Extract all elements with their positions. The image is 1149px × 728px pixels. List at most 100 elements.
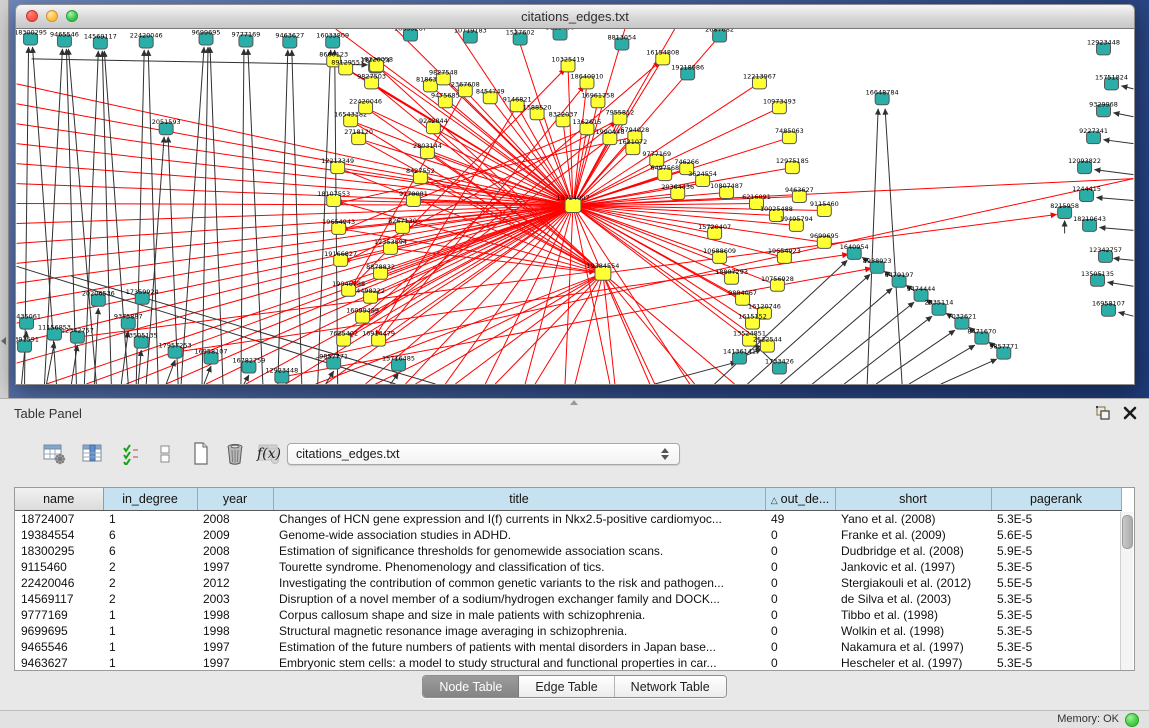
- table-row[interactable]: 1938455462009Genome-wide association stu…: [15, 527, 1121, 543]
- graph-node-label: 9857771: [319, 353, 348, 361]
- table-cell: 1: [103, 639, 197, 655]
- graph-node-label: 12213349: [321, 157, 354, 165]
- table-row[interactable]: 911546021997Tourette syndrome. Phenomeno…: [15, 559, 1121, 575]
- graph-node-label: 8215958: [1050, 202, 1079, 210]
- graph-node-label: 16154808: [646, 48, 679, 56]
- graph-node-label: 19654943: [322, 218, 355, 226]
- graph-node-label: 19654923: [768, 247, 801, 255]
- table-scrollbar[interactable]: [1120, 512, 1133, 670]
- graph-node-label: 12923448: [1087, 38, 1120, 46]
- table-cell: 2: [103, 591, 197, 607]
- column-header-short[interactable]: short: [835, 488, 991, 511]
- column-header-in-degree[interactable]: in_degree: [103, 488, 197, 511]
- table-cell: Estimation of the future numbers of pati…: [273, 639, 765, 655]
- column-header-pagerank[interactable]: pagerank: [991, 488, 1121, 511]
- network-window[interactable]: citations_edges.txt 18300295946554614569…: [15, 4, 1135, 383]
- collapse-arrow-icon[interactable]: [1, 337, 6, 345]
- float-panel-icon[interactable]: [1095, 405, 1111, 421]
- network-window-titlebar[interactable]: citations_edges.txt: [15, 4, 1135, 29]
- table-cell: Embryonic stem cells: a model to study s…: [273, 655, 765, 671]
- table-row[interactable]: 2242004622012Investigating the contribut…: [15, 575, 1121, 591]
- column-header-title[interactable]: title: [273, 488, 765, 511]
- table-check-icon[interactable]: [118, 441, 144, 467]
- table-cell: 2008: [197, 511, 273, 528]
- graph-edge: [1108, 282, 1134, 286]
- graph-node-label: 6794028: [620, 126, 649, 134]
- table-cell: 1: [103, 607, 197, 623]
- graph-node-label: 16033809: [316, 31, 349, 39]
- memory-indicator-icon[interactable]: [1125, 713, 1139, 727]
- table-row[interactable]: 977716911998Corpus callosum shape and si…: [15, 607, 1121, 623]
- table-row[interactable]: 1830029562008Estimation of significance …: [15, 543, 1121, 559]
- graph-node-label: 12975185: [776, 157, 809, 165]
- zoom-window-icon[interactable]: [66, 10, 78, 22]
- table-cell: 1: [103, 511, 197, 528]
- column-header-year[interactable]: year: [197, 488, 273, 511]
- table-cell: 9777169: [15, 607, 103, 623]
- table-row[interactable]: 946554611997Estimation of the future num…: [15, 639, 1121, 655]
- table-cell: 1: [103, 623, 197, 639]
- graph-node-label: 9375887: [114, 313, 143, 321]
- graph-node-label: 10756928: [761, 275, 794, 283]
- table-cell: 49: [765, 511, 835, 528]
- network-canvas[interactable]: 1830029594655461456911722420046969969597…: [15, 29, 1135, 385]
- table-cell: 5.3E-5: [991, 591, 1121, 607]
- table-cell: 2: [103, 559, 197, 575]
- graph-node-label: 12213967: [743, 72, 776, 80]
- graph-node-label: 22420046: [130, 31, 163, 39]
- graph-edge: [573, 206, 650, 384]
- left-panel-divider[interactable]: [0, 0, 9, 398]
- table-row[interactable]: 946362711997Embryonic stem cells: a mode…: [15, 655, 1121, 671]
- graph-node-label: 8813054: [607, 33, 636, 41]
- desktop-background: citations_edges.txt 18300295946554614569…: [0, 0, 1149, 398]
- graph-node-label: 8427552: [406, 167, 435, 175]
- table-settings-icon[interactable]: [42, 441, 68, 467]
- close-panel-icon[interactable]: [1123, 406, 1137, 420]
- graph-node-label: 16958107: [1092, 300, 1125, 308]
- graph-node-label: 18226058: [360, 55, 393, 63]
- graph-node-label: 18210643: [1073, 215, 1106, 223]
- graph-node-label: 19495794: [780, 215, 813, 223]
- tab-network-table[interactable]: Network Table: [615, 676, 726, 697]
- table-column-icon[interactable]: [80, 441, 106, 467]
- table-cell: 1997: [197, 559, 273, 575]
- tab-edge-table[interactable]: Edge Table: [519, 676, 614, 697]
- table-row[interactable]: 1872400712008Changes of HCN gene express…: [15, 511, 1121, 528]
- graph-node-label: 15716485: [382, 355, 415, 363]
- table-cell: de Silva et al. (2003): [835, 591, 991, 607]
- panel-resize-handle[interactable]: [570, 400, 578, 405]
- graph-node-label: 6479197: [885, 271, 914, 279]
- graph-node-label: 18640910: [570, 72, 603, 80]
- table-cell: 2003: [197, 591, 273, 607]
- graph-node-label: 2718120: [344, 128, 373, 136]
- node-table[interactable]: namein_degreeyeartitle△out_de...shortpag…: [14, 487, 1135, 671]
- minimize-window-icon[interactable]: [46, 10, 58, 22]
- table-cell: 2008: [197, 543, 273, 559]
- graph-edge: [32, 59, 368, 65]
- graph-node-label: 17359924: [126, 288, 159, 296]
- graph-node-label: 10719183: [454, 29, 487, 34]
- table-cell: 9465546: [15, 639, 103, 655]
- column-header-out-de-[interactable]: △out_de...: [765, 488, 835, 511]
- rows-icon[interactable]: [152, 441, 178, 467]
- table-row[interactable]: 1456911722003Disruption of a novel membe…: [15, 591, 1121, 607]
- table-cell: Dudbridge et al. (2008): [835, 543, 991, 559]
- trash-icon[interactable]: [222, 441, 248, 467]
- table-cell: 5.3E-5: [991, 511, 1121, 528]
- table-cell: 5.3E-5: [991, 639, 1121, 655]
- table-row[interactable]: 969969511998Structural magnetic resonanc…: [15, 623, 1121, 639]
- close-window-icon[interactable]: [26, 10, 38, 22]
- new-document-icon[interactable]: [188, 441, 214, 467]
- graph-edge: [202, 47, 208, 384]
- table-selector-dropdown[interactable]: citations_edges.txt: [287, 443, 680, 465]
- graph-node-label: 13505135: [1081, 270, 1114, 278]
- graph-node-label: 8454749: [476, 87, 505, 95]
- column-header-name[interactable]: name: [15, 488, 103, 511]
- graph-node-label: 9474444: [907, 285, 936, 293]
- table-scrollbar-thumb[interactable]: [1122, 515, 1133, 549]
- tab-node-table[interactable]: Node Table: [423, 676, 519, 697]
- graph-edge: [603, 273, 695, 384]
- graph-edge: [844, 316, 932, 384]
- panel-title: Table Panel: [14, 406, 82, 421]
- citation-network-graph[interactable]: 1830029594655461456911722420046969969597…: [16, 29, 1134, 384]
